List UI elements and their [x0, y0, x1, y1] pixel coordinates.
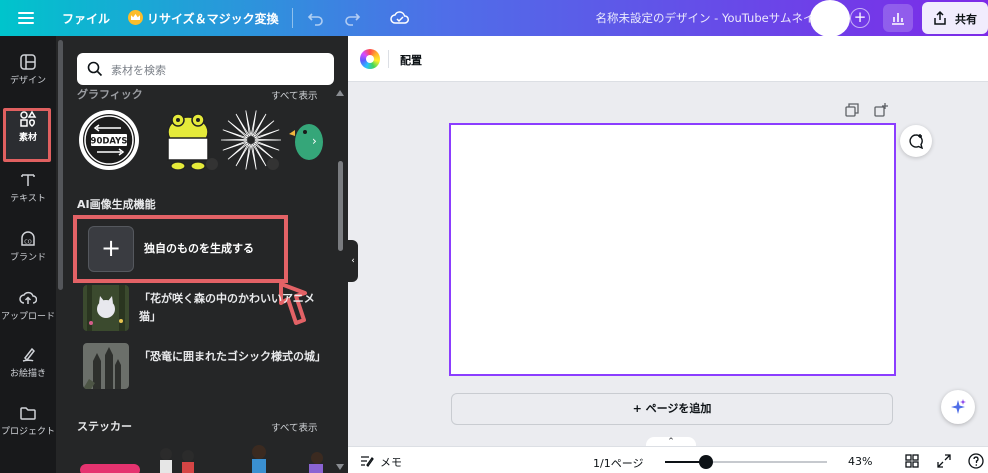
elements-panel: 素材を検索 グラフィック すべて表示 90DAYS › AI画像生成機能 + 独…	[56, 36, 348, 473]
magic-assistant-button[interactable]	[941, 390, 975, 424]
file-menu[interactable]: ファイル	[62, 10, 110, 27]
redo-icon[interactable]	[342, 8, 362, 28]
rail-label: アップロード	[0, 312, 55, 322]
svg-text:CO: CO	[24, 240, 31, 246]
sticker-thumb[interactable]	[299, 448, 329, 473]
resize-magic-button[interactable]: リサイズ＆マジック変換	[147, 10, 279, 27]
notes-icon	[361, 456, 374, 467]
rail-item-brand[interactable]: CO ブランド	[0, 230, 56, 280]
prompt-text: 「恐竜に囲まれたゴシック様式の城」	[139, 350, 326, 363]
sparkle-icon	[951, 399, 966, 414]
comment-add-icon	[909, 134, 924, 149]
rail-item-text[interactable]: テキスト	[0, 171, 56, 221]
rail-label: お絵描き	[9, 369, 46, 379]
generate-own-label[interactable]: 独自のものを生成する	[144, 240, 254, 256]
fullscreen-icon[interactable]	[937, 454, 951, 468]
more-apps-icon[interactable]	[21, 462, 35, 466]
insights-button[interactable]	[883, 4, 913, 32]
rail-item-elements[interactable]: 素材	[0, 108, 56, 162]
panel-scrollbar[interactable]	[338, 161, 343, 251]
rail-scrollbar[interactable]	[58, 40, 63, 290]
crown-icon	[128, 10, 143, 25]
prompt-thumbnail-castle	[83, 343, 129, 389]
sticker-thumb[interactable]	[80, 464, 140, 473]
rail-item-upload[interactable]: アップロード	[0, 289, 56, 339]
generate-own-highlight: + 独自のものを生成する	[73, 215, 288, 283]
rail-label: プロジェクト	[0, 427, 55, 437]
layout-icon	[20, 54, 36, 70]
graphic-thumb-90days[interactable]: 90DAYS	[77, 108, 141, 172]
prompt-thumbnail-cat	[83, 285, 129, 331]
help-icon[interactable]	[968, 453, 984, 469]
cloud-saved-icon[interactable]	[390, 8, 410, 28]
scroll-down-arrow[interactable]	[336, 464, 344, 470]
position-button[interactable]: 配置	[400, 52, 422, 68]
undo-icon[interactable]	[306, 8, 326, 28]
premium-crown-icon	[206, 158, 218, 170]
stickers-title: ステッカー	[77, 420, 132, 433]
top-bar: ファイル リサイズ＆マジック変換 名称未設定のデザイン - YouTubeサムネ…	[0, 0, 988, 37]
context-toolbar: 配置	[348, 36, 988, 82]
graphics-see-all[interactable]: すべて表示	[271, 88, 317, 102]
avatar[interactable]	[810, 0, 850, 37]
search-input[interactable]: 素材を検索	[77, 53, 334, 85]
sticker-thumb[interactable]	[239, 440, 279, 473]
search-icon	[87, 61, 103, 77]
rail-label: 素材	[18, 133, 37, 143]
graphics-title: グラフィック	[77, 88, 143, 101]
graphic-thumb-text: 90DAYS	[91, 137, 128, 147]
notes-button[interactable]: メモ	[380, 454, 402, 470]
ai-prompt-item[interactable]: 「花が咲く森の中のかわいいアニメ猫」	[83, 285, 315, 331]
stickers-see-all[interactable]: すべて表示	[271, 420, 317, 434]
prompt-text: 「花が咲く森の中のかわいいアニメ猫」	[139, 292, 315, 323]
sticker-thumb[interactable]	[148, 440, 208, 473]
graphic-thumb-frog[interactable]	[156, 108, 220, 172]
ai-prompt-item[interactable]: 「恐竜に囲まれたゴシック様式の城」	[83, 343, 326, 389]
graphic-thumb-bird[interactable]	[289, 108, 329, 172]
design-title[interactable]: 名称未設定のデザイン - YouTubeサムネイル	[596, 10, 827, 26]
brand-icon: CO	[21, 231, 35, 246]
add-page-icon[interactable]	[874, 103, 888, 117]
graphic-thumb-burst[interactable]	[219, 108, 283, 172]
share-button[interactable]: 共有	[922, 2, 988, 34]
color-wheel-icon[interactable]	[360, 49, 380, 69]
bottom-bar: メモ 1/1ページ 43%	[348, 446, 988, 473]
ai-section-title: AI画像生成機能	[77, 198, 156, 211]
rail-label: ブランド	[9, 253, 46, 263]
divider	[292, 8, 293, 28]
rail-item-projects[interactable]: プロジェクト	[0, 404, 56, 454]
generate-plus-button[interactable]: +	[88, 226, 134, 272]
share-icon	[934, 10, 946, 25]
divider	[388, 50, 389, 68]
elements-icon	[20, 110, 37, 127]
rail-label: テキスト	[10, 194, 46, 204]
rail-label: デザイン	[9, 76, 46, 86]
bar-chart-icon	[892, 13, 904, 25]
add-collaborator-button[interactable]: +	[850, 8, 870, 28]
search-placeholder: 素材を検索	[111, 64, 166, 77]
add-page-button[interactable]: + ページを追加	[451, 393, 893, 425]
draw-icon	[22, 347, 35, 362]
collapse-panel-button[interactable]: ‹	[348, 240, 358, 282]
menu-icon[interactable]	[18, 9, 34, 25]
comment-button[interactable]	[900, 125, 932, 157]
page-count[interactable]: 1/1ページ	[593, 455, 643, 471]
zoom-level[interactable]: 43%	[848, 455, 872, 468]
premium-crown-icon	[267, 158, 279, 170]
left-rail: デザイン 素材 テキスト CO ブランド アップロード お絵描き プロジェクト	[0, 36, 56, 473]
grid-view-icon[interactable]	[905, 454, 919, 468]
rail-item-design[interactable]: デザイン	[0, 53, 56, 103]
rail-item-draw[interactable]: お絵描き	[0, 346, 56, 396]
chevron-right-icon[interactable]: ›	[312, 134, 317, 148]
share-label: 共有	[955, 13, 977, 26]
upload-icon	[19, 291, 37, 304]
duplicate-page-icon[interactable]	[845, 103, 859, 117]
folder-icon	[20, 407, 36, 420]
text-icon	[21, 174, 35, 186]
design-canvas[interactable]	[449, 123, 896, 376]
scroll-up-arrow[interactable]	[336, 90, 344, 96]
zoom-slider-handle[interactable]	[699, 455, 714, 469]
